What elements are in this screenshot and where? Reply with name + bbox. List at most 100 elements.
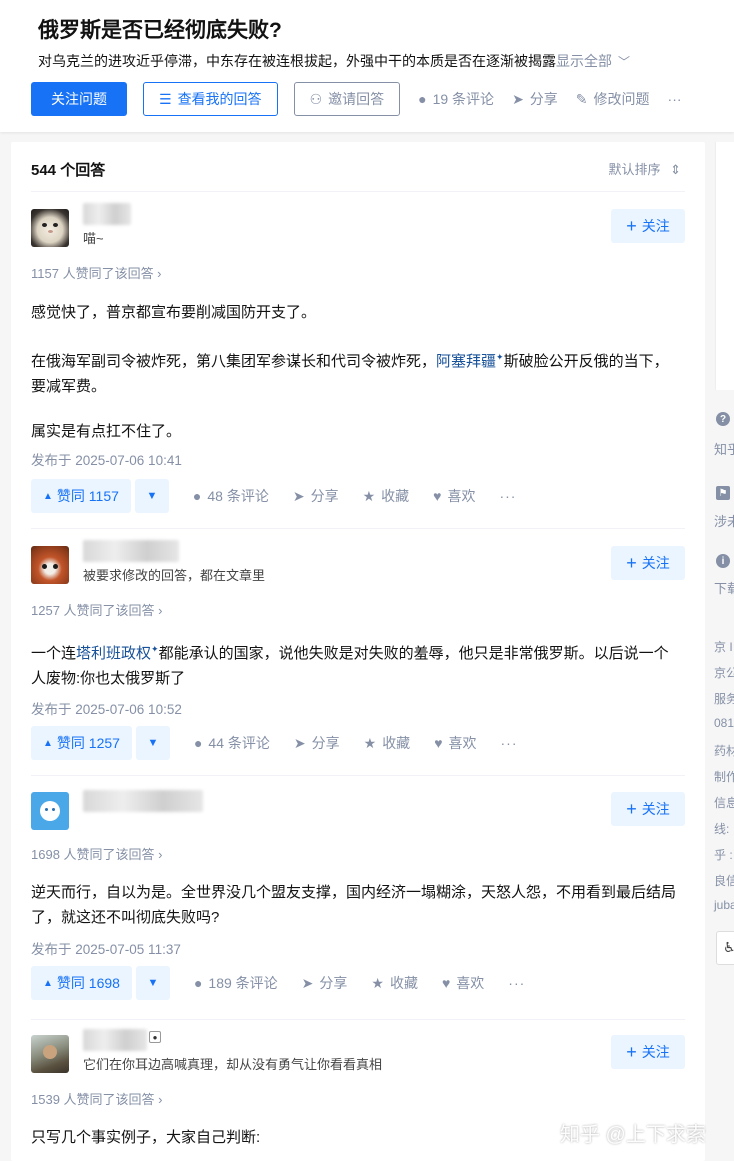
publish-time[interactable]: 发布于 2025-07-06 10:52	[31, 698, 182, 718]
chevron-down-icon[interactable]: ﹀	[618, 55, 630, 69]
voters-line[interactable]: 1698 人赞同了该回答 ›	[31, 844, 162, 863]
author-name-blurred[interactable]	[83, 1029, 147, 1051]
question-more-button[interactable]: ···	[668, 91, 682, 107]
comment-icon: ●	[418, 91, 427, 107]
share-label: 分享	[319, 975, 348, 991]
sparkle-icon: ✦	[496, 352, 504, 362]
more-button[interactable]: ···	[508, 975, 525, 991]
accessibility-button[interactable]: ♿	[716, 931, 734, 965]
share-icon: ➤	[293, 734, 306, 751]
downvote-button[interactable]: ▼	[135, 966, 170, 1000]
publish-time[interactable]: 发布于 2025-07-05 11:37	[31, 938, 181, 958]
sidebar-info-line: 081	[714, 716, 734, 730]
text-span: 人废物:你也太俄罗斯了	[31, 670, 186, 687]
answer-item: 喵~ + 关注 1157 人赞同了该回答 › 感觉快了，普京都宣布要削减国防开支了…	[31, 203, 685, 529]
view-my-answer-button[interactable]: ☰ 查看我的回答	[143, 82, 278, 116]
comment-button[interactable]: ● 48 条评论	[193, 486, 269, 506]
sparkle-icon: ✦	[151, 644, 159, 654]
comment-label: 44 条评论	[208, 735, 270, 751]
answers-header: 544 个回答 默认排序 ⇕	[31, 142, 685, 192]
downvote-button[interactable]: ▼	[134, 479, 169, 513]
sidebar-link[interactable]: 下载	[714, 578, 734, 597]
upvote-button[interactable]: ▲ 赞同 1157	[31, 479, 131, 513]
more-button[interactable]: ···	[499, 488, 516, 504]
sidebar-info-line: 乎 :	[714, 848, 733, 862]
collect-label: 收藏	[389, 975, 418, 991]
sidebar-link[interactable]: 涉未	[714, 511, 734, 530]
plus-icon: +	[626, 799, 637, 819]
publish-time[interactable]: 发布于 2025-07-06 10:41	[31, 449, 182, 469]
author-name-blurred[interactable]	[83, 790, 203, 812]
voters-line[interactable]: 1257 人赞同了该回答 ›	[31, 600, 162, 619]
collect-button[interactable]: ★ 收藏	[371, 973, 418, 993]
follow-label: 关注	[641, 801, 670, 817]
sidebar-info-line: 信息	[714, 796, 734, 810]
text-span: 要减军费。	[31, 378, 107, 395]
author-name-blurred[interactable]	[83, 203, 131, 225]
like-button[interactable]: ♥ 喜欢	[442, 973, 484, 993]
voters-line[interactable]: 1157 人赞同了该回答 ›	[31, 263, 162, 282]
answer-action-bar: ▲ 赞同 1157 ▼ ● 48 条评论 ➤ 分享 ★ 收藏 ♥ 喜欢 ···	[31, 479, 516, 513]
avatar[interactable]	[31, 209, 69, 247]
collect-label: 收藏	[382, 735, 411, 751]
answer-paragraph: 一个连塔利班政权✦都能承认的国家，说他失败是对失败的羞辱，他只是非常俄罗斯。以后…	[31, 637, 685, 691]
voters-line[interactable]: 1539 人赞同了该回答 ›	[31, 1089, 162, 1108]
sidebar-info-line: 良信	[714, 874, 734, 888]
upvote-button[interactable]: ▲ 赞同 1698	[31, 966, 132, 1000]
question-share-label: 分享	[529, 91, 558, 107]
share-button[interactable]: ➤ 分享	[302, 973, 348, 993]
question-title[interactable]: 俄罗斯是否已经彻底失败?	[38, 14, 282, 44]
follow-label: 关注	[641, 1044, 670, 1060]
heart-icon: ♥	[433, 488, 442, 504]
avatar[interactable]	[31, 546, 69, 584]
like-button[interactable]: ♥ 喜欢	[433, 486, 475, 506]
answer-content: 一个连塔利班政权✦都能承认的国家，说他失败是对失败的羞辱，他只是非常俄罗斯。以后…	[31, 637, 685, 691]
downvote-button[interactable]: ▼	[135, 726, 170, 760]
accessibility-icon: ♿	[723, 939, 734, 955]
follow-author-button[interactable]: + 关注	[611, 546, 685, 580]
collect-label: 收藏	[381, 488, 410, 504]
follow-author-button[interactable]: + 关注	[611, 1035, 685, 1069]
avatar[interactable]	[31, 792, 69, 830]
invite-answer-button[interactable]: ⚇ 邀请回答	[293, 82, 401, 116]
answer-count: 544 个回答	[31, 162, 106, 179]
flag-icon: ⚑	[716, 486, 730, 500]
collect-button[interactable]: ★ 收藏	[363, 486, 410, 506]
like-label: 喜欢	[448, 735, 477, 751]
share-label: 分享	[311, 735, 340, 751]
star-icon: ★	[362, 487, 376, 504]
upvote-button[interactable]: ▲ 赞同 1257	[31, 726, 132, 760]
avatar[interactable]	[31, 1035, 69, 1073]
follow-author-button[interactable]: + 关注	[611, 209, 685, 243]
answer-item: + 关注 1698 人赞同了该回答 › 逆天而行，自以为是。全世界没几个盟友支撑，…	[31, 790, 685, 1020]
follow-question-button[interactable]: 关注问题	[31, 82, 127, 116]
watermark: 知乎 @上下求索	[560, 1124, 706, 1146]
comment-icon: ●	[192, 488, 202, 504]
topic-link[interactable]: 阿塞拜疆	[436, 353, 496, 370]
edit-question-button[interactable]: ✎ 修改问题	[576, 89, 650, 109]
follow-author-button[interactable]: + 关注	[611, 792, 685, 826]
more-button[interactable]: ···	[501, 735, 518, 751]
author-bio: 喵~	[83, 231, 104, 246]
info-icon: i	[716, 554, 730, 568]
question-comments-button[interactable]: ● 19 条评论	[418, 89, 494, 109]
sidebar-info-line: juba	[714, 898, 734, 912]
answer-paragraph: 在俄海军副司令被炸死，第八集团军参谋长和代司令被炸死，阿塞拜疆✦斯破脸公开反俄的…	[31, 345, 685, 399]
answer-paragraph: 属实是有点扛不住了。	[31, 423, 182, 440]
show-all-link[interactable]: 显示全部	[556, 53, 612, 69]
sidebar-info-line: 制作	[714, 770, 734, 784]
plus-icon: +	[626, 216, 637, 236]
question-share-button[interactable]: ➤ 分享	[512, 89, 558, 109]
comment-button[interactable]: ● 189 条评论	[194, 973, 278, 993]
author-bio: 被要求修改的回答，都在文章里	[83, 568, 266, 583]
share-button[interactable]: ➤ 分享	[293, 486, 339, 506]
sidebar-link[interactable]: 知乎	[714, 439, 734, 458]
author-name-blurred[interactable]	[83, 540, 179, 562]
comment-button[interactable]: ● 44 条评论	[194, 733, 270, 753]
share-button[interactable]: ➤ 分享	[294, 733, 340, 753]
comment-icon: ●	[193, 735, 203, 751]
sort-dropdown[interactable]: 默认排序 ⇕	[608, 159, 681, 178]
like-button[interactable]: ♥ 喜欢	[434, 733, 476, 753]
collect-button[interactable]: ★ 收藏	[364, 733, 411, 753]
topic-link[interactable]: 塔利班政权	[76, 645, 151, 662]
